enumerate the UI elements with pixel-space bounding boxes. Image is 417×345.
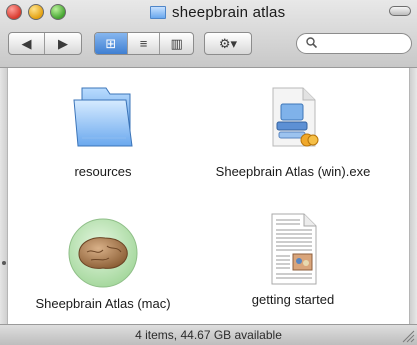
window-title-text: sheepbrain atlas [172,3,286,21]
window-toolbar: sheepbrain atlas ◀ ▶ ⊞ ≡ ▥ ⚙▾ [0,0,417,68]
splitter-dot[interactable] [2,261,6,265]
close-button[interactable] [6,4,22,20]
column-view-button[interactable]: ▥ [160,33,193,54]
status-bar: 4 items, 44.67 GB available [0,324,417,345]
file-icon-area: resources Sheepbrain Atlas (win).exe She… [8,68,409,324]
list-view-button[interactable]: ≡ [128,33,161,54]
status-text: 4 items, 44.67 GB available [135,328,282,342]
file-label: resources [74,164,132,179]
action-menu: ⚙▾ [204,32,252,55]
sheep-brain-app-icon [68,218,138,288]
search-field[interactable] [296,33,412,54]
folder-icon [73,87,133,147]
search-icon [306,37,317,48]
file-item-windows-exe[interactable]: Sheepbrain Atlas (win).exe [208,80,378,190]
icon-view-button[interactable]: ⊞ [95,33,128,54]
file-item-resources[interactable]: resources [18,80,188,190]
view-mode-control: ⊞ ≡ ▥ [94,32,194,55]
folder-title-icon [150,5,166,19]
resize-grip-icon[interactable] [401,329,415,343]
forward-button[interactable]: ▶ [45,33,81,54]
windows-exe-icon [272,87,319,147]
zoom-button[interactable] [50,4,66,20]
back-forward-control: ◀ ▶ [8,32,82,55]
file-item-getting-started[interactable]: getting started [208,212,378,322]
right-border [409,68,417,324]
action-menu-button[interactable]: ⚙▾ [205,33,251,54]
document-icon [271,213,317,285]
back-button[interactable]: ◀ [9,33,46,54]
file-item-mac-app[interactable]: Sheepbrain Atlas (mac) [18,212,188,322]
finder-window: sheepbrain atlas ◀ ▶ ⊞ ≡ ▥ ⚙▾ resources … [0,0,417,345]
file-label: Sheepbrain Atlas (win).exe [215,164,371,179]
toolbar-toggle-button[interactable] [389,6,411,16]
left-border [0,68,8,324]
file-label: Sheepbrain Atlas (mac) [35,296,171,311]
window-title: sheepbrain atlas [150,3,285,21]
minimize-button[interactable] [28,4,44,20]
file-label: getting started [251,292,335,307]
